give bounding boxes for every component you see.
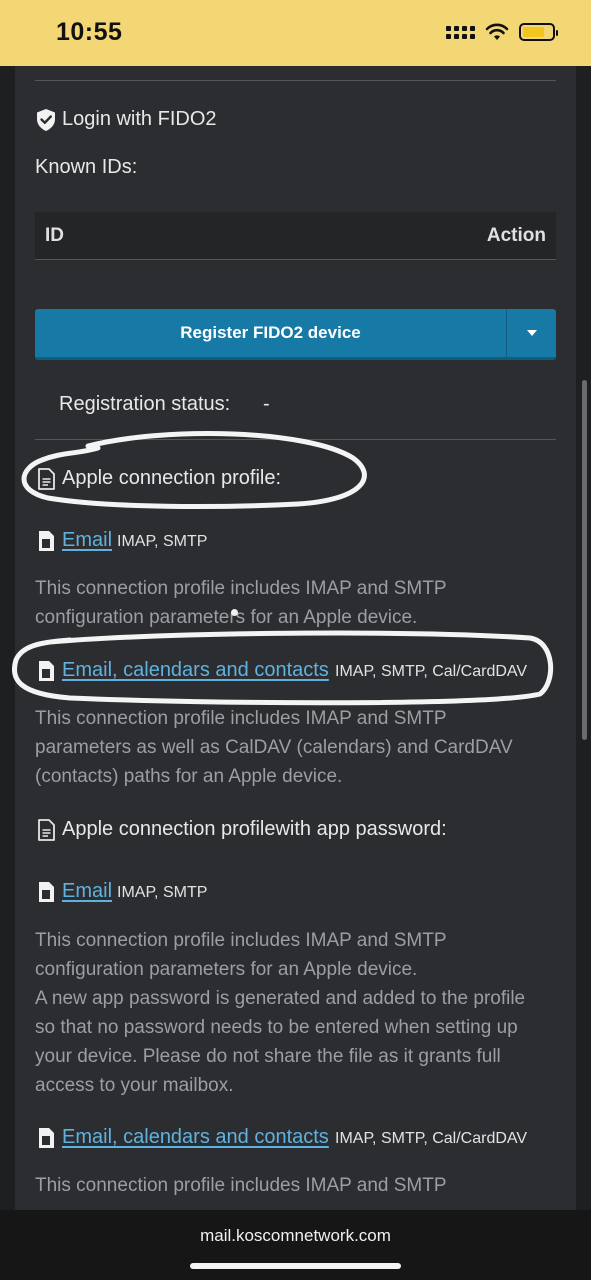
email-calendars-contacts-link[interactable]: Email, calendars and contacts: [62, 1126, 329, 1149]
apple-profile-heading: Apple connection profile:: [62, 467, 282, 489]
document-icon: [38, 468, 55, 490]
known-ids-label: Known IDs:: [35, 156, 138, 178]
file-icon: [39, 882, 54, 902]
wifi-icon: [485, 23, 509, 40]
register-fido2-button[interactable]: Register FIDO2 device: [35, 309, 506, 360]
protocols-label: IMAP, SMTP, Cal/CardDAV: [335, 1130, 528, 1147]
protocols-label: IMAP, SMTP, Cal/CardDAV: [335, 663, 528, 680]
status-bar: 10:55: [0, 0, 591, 66]
protocols-label: IMAP, SMTP: [117, 884, 208, 901]
profile-description: This connection profile includes IMAP an…: [35, 578, 447, 628]
status-icons: [446, 22, 558, 42]
profile-description: This connection profile includes IMAP an…: [35, 1175, 447, 1196]
register-button-group: Register FIDO2 device: [35, 309, 556, 360]
divider: [35, 80, 556, 81]
known-ids-table-header: ID Action: [35, 212, 556, 260]
register-dropdown-toggle[interactable]: [506, 309, 556, 360]
app-password-profile-heading: Apple connection profilewith app passwor…: [62, 818, 447, 840]
shield-check-icon: [37, 109, 55, 131]
email-profile-link[interactable]: Email: [62, 880, 112, 903]
url-text[interactable]: mail.koscomnetwork.com: [0, 1226, 591, 1246]
registration-status-value: -: [263, 393, 270, 415]
registration-status-label: Registration status:: [59, 393, 231, 415]
email-calendars-contacts-link[interactable]: Email, calendars and contacts: [62, 659, 329, 682]
fido-heading: Login with FIDO2: [62, 108, 217, 130]
document-icon: [38, 819, 55, 841]
file-icon: [39, 1128, 54, 1148]
column-action: Action: [486, 225, 546, 246]
home-indicator[interactable]: [190, 1263, 401, 1269]
profile-description: This connection profile includes IMAP an…: [35, 708, 513, 787]
email-profile-link[interactable]: Email: [62, 529, 112, 552]
cellular-signal-icon: [446, 25, 475, 39]
caret-down-icon: [526, 330, 537, 336]
web-page[interactable]: Login with FIDO2 Known IDs: ID Action Re…: [0, 66, 591, 1210]
divider: [35, 439, 556, 440]
browser-url-bar[interactable]: mail.koscomnetwork.com: [0, 1210, 591, 1280]
status-time: 10:55: [56, 18, 123, 46]
column-id: ID: [45, 225, 64, 246]
file-icon: [39, 531, 54, 551]
profile-description: This connection profile includes IMAP an…: [35, 930, 447, 980]
app-password-note: A new app password is generated and adde…: [35, 988, 526, 1096]
file-icon: [39, 661, 54, 681]
protocols-label: IMAP, SMTP: [117, 533, 208, 550]
scrollbar-thumb[interactable]: [582, 380, 587, 740]
touch-point: [231, 609, 238, 616]
battery-icon: [519, 23, 558, 41]
battery-fill: [523, 27, 544, 37]
